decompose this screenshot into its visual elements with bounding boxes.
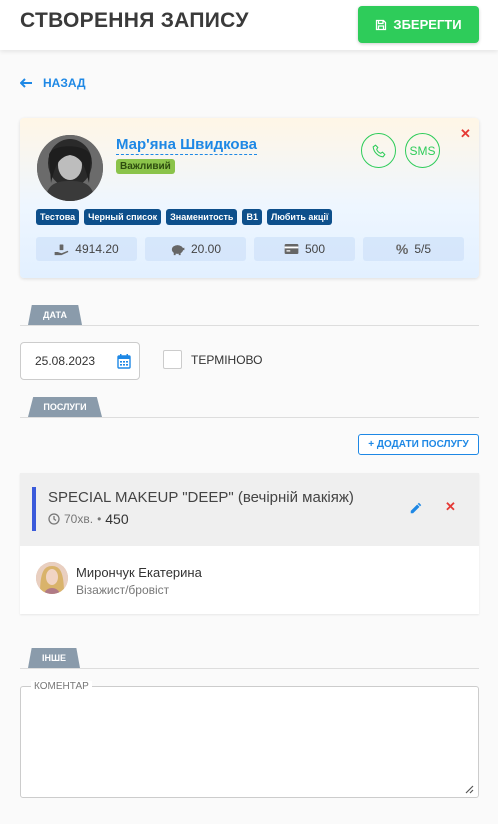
service-card: SPECIAL MAKEUP "DEEP" (вечірній макіяж) … (20, 473, 479, 614)
checkbox[interactable] (163, 350, 182, 369)
stat-value: 20.00 (190, 242, 222, 256)
tag: Любить акції (266, 209, 333, 225)
tag: Знаменитость (166, 209, 238, 225)
page-title: СТВОРЕННЯ ЗАПИСУ (20, 9, 249, 32)
back-link-label: НАЗАД (43, 76, 86, 90)
service-duration: 70хв. (64, 512, 94, 526)
comment-label: КОМЕНТАР (31, 681, 92, 692)
separator: • (97, 512, 102, 526)
hand-money-icon (54, 244, 69, 255)
stat-value: 5/5 (414, 242, 432, 256)
service-title: SPECIAL MAKEUP "DEEP" (вечірній макіяж) (48, 489, 354, 506)
clock-icon (48, 513, 60, 525)
section-tab-services: ПОСЛУГИ (28, 397, 102, 417)
phone-icon (372, 143, 386, 157)
section-tab-other: ІНШЕ (28, 648, 80, 668)
stat-discount: % 5/5 (363, 237, 464, 261)
service-color-bar (32, 487, 36, 531)
urgent-checkbox[interactable]: ТЕРМІНОВО (163, 350, 262, 369)
add-service-button[interactable]: + ДОДАТИ ПОСЛУГУ (358, 434, 479, 455)
service-header: SPECIAL MAKEUP "DEEP" (вечірній макіяж) … (20, 473, 479, 546)
stat-card: 500 (254, 237, 355, 261)
floppy-disk-icon (376, 19, 387, 30)
date-input[interactable]: 25.08.2023 (20, 342, 140, 380)
comment-field[interactable]: КОМЕНТАР (20, 681, 479, 798)
stat-savings: 20.00 (145, 237, 246, 261)
stat-value: 500 (304, 242, 326, 256)
divider (20, 325, 479, 326)
credit-card-icon (284, 244, 299, 254)
master-name: Мирончук Екатерина (76, 565, 202, 580)
service-meta: 70хв. • 450 (48, 511, 129, 527)
stat-value: 4914.20 (75, 242, 119, 256)
client-name-link[interactable]: Мар'яна Швидкова (116, 136, 257, 155)
service-price: 450 (105, 511, 129, 527)
pencil-icon[interactable] (409, 501, 423, 515)
resize-handle-icon[interactable] (465, 785, 474, 794)
master-avatar (36, 562, 68, 594)
remove-client-icon[interactable]: ✕ (460, 126, 471, 142)
tag: Тестова (36, 209, 80, 225)
sms-button[interactable]: SMS (405, 133, 440, 168)
save-button[interactable]: ЗБЕРЕГТИ (358, 6, 479, 43)
section-tab-date: ДАТА (28, 305, 82, 325)
stat-balance: 4914.20 (36, 237, 137, 261)
master-role: Візажист/бровіст (76, 583, 170, 597)
tag-list: Тестова Черный список Знаменитость B1 Лю… (36, 209, 333, 225)
save-button-label: ЗБЕРЕГТИ (393, 17, 462, 32)
percent-icon: % (395, 241, 409, 257)
call-button[interactable] (361, 133, 396, 168)
calendar-icon[interactable] (117, 354, 131, 369)
urgent-label: ТЕРМІНОВО (191, 352, 263, 367)
divider (20, 417, 479, 418)
client-avatar (37, 135, 103, 201)
tag: B1 (242, 209, 262, 225)
header: СТВОРЕННЯ ЗАПИСУ ЗБЕРЕГТИ (0, 0, 498, 50)
divider (20, 668, 479, 669)
client-stats: 4914.20 20.00 500 % 5/5 (36, 237, 464, 261)
arrow-left-icon (20, 78, 32, 88)
back-link[interactable]: НАЗАД (20, 76, 86, 90)
status-badge: Важливий (116, 159, 175, 174)
tag: Черный список (84, 209, 162, 225)
piggy-bank-icon (171, 244, 185, 255)
remove-service-icon[interactable]: ✕ (445, 499, 456, 515)
date-value: 25.08.2023 (35, 354, 96, 368)
client-card: Мар'яна Швидкова Важливий SMS ✕ Тестова … (20, 118, 479, 278)
